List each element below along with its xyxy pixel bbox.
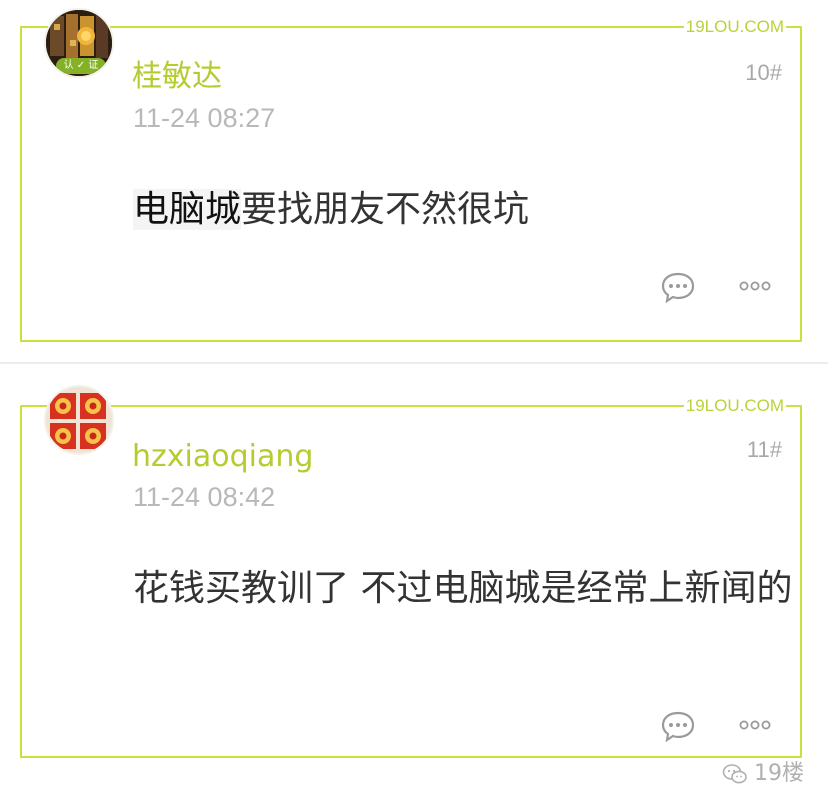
content-text: 花钱买教训了 不过电脑城是经常上新闻的 <box>133 568 793 609</box>
site-label: 19LOU.COM <box>683 16 786 38</box>
comment-icon[interactable] <box>660 710 696 743</box>
post-content: 花钱买教训了 不过电脑城是经常上新闻的 <box>133 559 793 619</box>
post-content: 电脑城要找朋友不然很坑 <box>133 180 793 240</box>
post-divider <box>0 362 828 364</box>
watermark: 19楼 <box>722 761 804 787</box>
username[interactable]: hzxiaoqiang <box>132 439 313 475</box>
post-time: 11-24 08:42 <box>133 482 276 512</box>
floor-number: 11# <box>746 437 782 462</box>
page: 19LOU.COM 认 ✓ 证 桂敏达 10# 11-24 08:27 电脑城要… <box>0 0 828 807</box>
content-text: 要找朋友不然很坑 <box>241 189 530 230</box>
watermark-text: 19楼 <box>754 761 804 786</box>
floor-number: 10# <box>745 60 782 85</box>
more-dots-icon[interactable] <box>738 715 774 745</box>
more-dots-icon[interactable] <box>738 276 774 306</box>
content-highlight: 电脑城 <box>133 189 242 230</box>
avatar-image <box>46 387 112 453</box>
wechat-icon <box>722 764 747 784</box>
avatar[interactable] <box>44 385 114 455</box>
comment-icon[interactable] <box>660 271 696 304</box>
avatar[interactable]: 认 ✓ 证 <box>44 8 114 78</box>
post-time: 11-24 08:27 <box>133 103 276 133</box>
post-card: 19LOU.COM 认 ✓ 证 桂敏达 10# 11-24 08:27 电脑城要… <box>0 0 828 345</box>
verified-badge: 认 ✓ 证 <box>56 58 106 74</box>
site-label: 19LOU.COM <box>683 395 786 417</box>
post-card: 19LOU.COM hzxiaoqiang 11# 11-24 08:42 花钱… <box>0 378 828 807</box>
username[interactable]: 桂敏达 <box>132 59 222 95</box>
